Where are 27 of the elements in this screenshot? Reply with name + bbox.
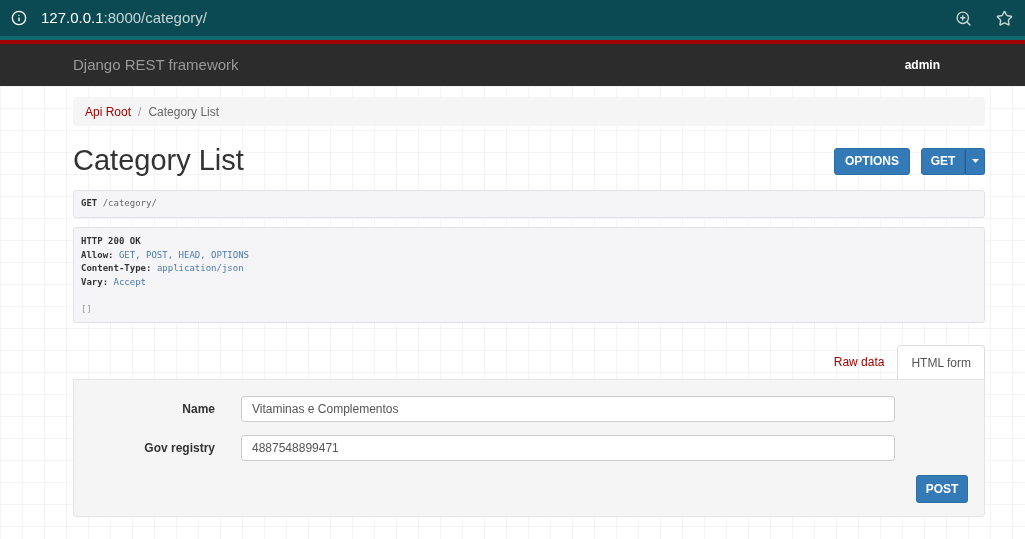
zoom-icon[interactable]: [955, 9, 972, 27]
url-text[interactable]: 127.0.0.1:8000/category/: [41, 6, 207, 30]
response-header: Allow: GET, POST, HEAD, OPTIONS: [81, 248, 249, 262]
page-title: Category List: [73, 143, 244, 179]
response-header: Content-Type: application/json: [81, 262, 244, 275]
response-header: Vary: Accept: [81, 275, 147, 289]
get-button[interactable]: GET: [921, 147, 965, 175]
dropdown-toggle[interactable]: [965, 147, 985, 175]
response-status: HTTP 200 OK: [81, 235, 141, 248]
caret-icon: [971, 159, 979, 163]
request-line: GET /category/: [81, 197, 157, 211]
response-body: []: [81, 303, 92, 316]
bookmark-star-icon[interactable]: [996, 9, 1013, 27]
text-input[interactable]: 4887548899471: [241, 435, 895, 461]
breadcrumb-separator: /: [137, 103, 143, 121]
breadcrumb-current: Category List: [148, 103, 220, 121]
text-input[interactable]: Vitaminas e Complementos: [241, 396, 895, 422]
field-label: Gov registry: [143, 440, 215, 457]
form-tab[interactable]: HTML form: [897, 345, 985, 379]
info-icon[interactable]: [11, 10, 27, 26]
post-button[interactable]: POST: [916, 475, 968, 503]
breadcrumb-link[interactable]: Api Root: [85, 102, 132, 121]
form-tab[interactable]: Raw data: [820, 345, 898, 379]
field-label: Name: [181, 401, 215, 418]
brand-link[interactable]: Django REST framework: [73, 53, 239, 77]
options-button[interactable]: OPTIONS: [834, 147, 910, 175]
user-menu[interactable]: admin: [904, 56, 940, 74]
